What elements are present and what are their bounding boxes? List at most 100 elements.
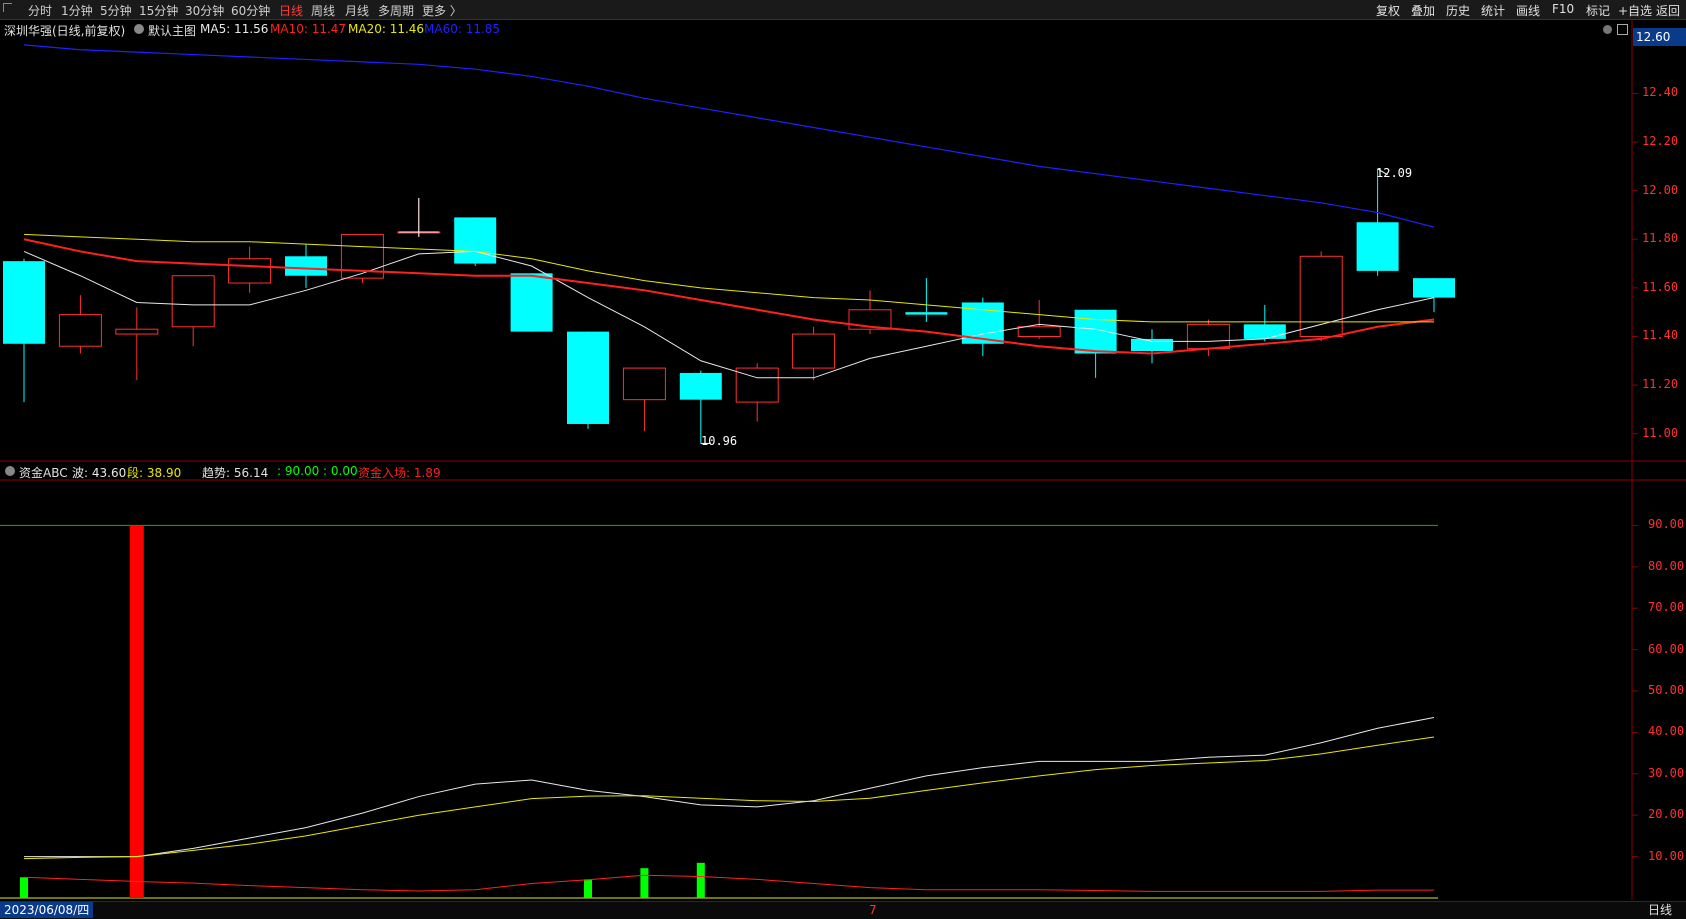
indicator-tick-label: 60.00 [1648,641,1685,656]
indicator-bar [584,879,592,898]
candle-down [1243,324,1286,339]
tab-fenshi[interactable]: 分时 [28,2,52,19]
ma-line-ma10 [23,238,1435,355]
tab-multi-period[interactable]: 多周期 [378,2,414,19]
candle-down [285,256,327,276]
extra-label: : 90.00 : 0.00 [277,464,358,478]
indicator-name[interactable]: 资金ABC [19,464,68,481]
ma5-label: MA5: 11.56 [200,22,269,36]
back-button[interactable]: 返回 [1656,2,1680,19]
cursor-date: 2023/06/08/四 [0,902,94,918]
candle-down [3,261,45,344]
price-tick-label: 11.80 [1642,231,1679,246]
trend-label: 趋势: 56.14 [202,466,269,480]
ma-line-ma5 [23,250,1435,379]
candle-down [567,331,609,424]
candle-up [622,367,666,401]
window-corner-icon [3,3,12,12]
indicator-tick-label: 30.00 [1648,765,1685,780]
indicator-tick-label: 10.00 [1648,848,1685,863]
candle-up [228,258,272,284]
history-button[interactable]: 历史 [1446,2,1470,19]
stock-title: 深圳华强(日线,前复权) [4,24,126,38]
tab-monthly[interactable]: 月线 [345,2,369,19]
indicator-bar [129,525,144,898]
candle-up [1299,255,1343,337]
indicator-line [24,717,1435,858]
candle-down [510,273,553,332]
price-tick-label: 11.60 [1642,279,1679,294]
candle-up [792,333,836,369]
sub-indicator-bar: 资金ABC 波: 43.60 段: 38.90 趋势: 56.14 : 90.0… [0,462,1630,480]
tab-30min[interactable]: 30分钟 [185,2,224,19]
price-tick-label: 11.40 [1642,328,1679,343]
price-tick-label: 11.00 [1642,425,1679,440]
indicator-tick-label: 20.00 [1648,807,1685,822]
ma-line-ma60 [23,44,1435,228]
candle-up [1017,326,1061,337]
kline-chart[interactable] [0,0,1686,918]
indicator-tick-label: 80.00 [1648,558,1685,573]
date-axis: 2023/06/08/四 7 日线 [0,901,1686,919]
mark-button[interactable]: 标记 [1586,2,1610,19]
tab-daily[interactable]: 日线 [279,2,303,19]
period-label: 日线 [1648,903,1673,917]
candle-up [1186,323,1230,350]
indicator-line [23,736,1435,860]
period-toolbar: 分时 1分钟 5分钟 15分钟 30分钟 60分钟 日线 周线 月线 多周期 更… [0,0,1686,20]
candle-down [1131,338,1173,352]
indicator-dropdown-icon[interactable] [5,466,15,476]
candle-down [454,217,497,264]
candle-up [340,233,384,279]
tab-5min[interactable]: 5分钟 [100,2,132,19]
f10-button[interactable]: F10 [1552,2,1574,16]
tab-1min[interactable]: 1分钟 [61,2,93,19]
high-annotation: 12.09 [1376,166,1413,180]
add-watchlist-button[interactable]: +自选 [1618,2,1652,19]
candle-down [1074,309,1117,354]
candle-down [905,312,948,315]
tab-more[interactable]: 更多 〉 [422,2,462,19]
candle-down [1413,278,1455,298]
indicator-tick-label: 90.00 [1648,517,1685,532]
wave-label: 波: 43.60 [72,466,127,480]
inflow-label: 资金入场: 1.89 [358,466,441,480]
indicator-line [23,874,1435,892]
tab-60min[interactable]: 60分钟 [231,2,270,19]
indicator-tick-label: 50.00 [1648,683,1685,697]
ma10-label: MA10: 11.47 [270,22,347,36]
indicator-bar [640,868,649,898]
tab-weekly[interactable]: 周线 [311,2,335,19]
month-marker: 7 [869,903,877,917]
template-dropdown-icon[interactable] [134,24,144,34]
price-tick-label: 12.00 [1642,182,1679,197]
stats-button[interactable]: 统计 [1481,2,1505,19]
candle-down [1356,222,1399,271]
main-indicator-bar: 深圳华强(日线,前复权) 默认主图 MA5: 11.56 MA10: 11.47… [0,20,1630,38]
template-selector[interactable]: 默认主图 [148,22,196,39]
draw-button[interactable]: 画线 [1516,2,1540,19]
candle-up [171,275,215,328]
candle-up [397,231,441,234]
candle-down [961,302,1004,344]
ma-line-ma20 [23,233,1434,323]
tab-15min[interactable]: 15分钟 [139,2,178,19]
indicator-tick-label: 70.00 [1648,600,1685,615]
ma20-label: MA20: 11.46 [348,22,425,36]
indicator-tick-label: 40.00 [1648,724,1685,739]
candle-up [735,367,779,403]
candle-up [58,314,102,347]
candle-down [679,372,722,400]
low-annotation: 10.96 [701,434,738,448]
overlay-button[interactable]: 叠加 [1411,2,1435,19]
segment-label: 段: 38.90 [127,466,182,480]
indicator-bar [696,862,705,898]
price-tick-label: 12.20 [1642,134,1679,149]
price-tick-label: 12.40 [1642,85,1679,100]
current-price-tag: 12.60 [1633,28,1686,46]
ma60-label: MA60: 11.85 [424,22,501,36]
candle-up [115,328,159,335]
adjust-button[interactable]: 复权 [1376,2,1400,19]
maximize-icon[interactable] [1617,24,1628,35]
settings-icon[interactable] [1603,25,1612,34]
